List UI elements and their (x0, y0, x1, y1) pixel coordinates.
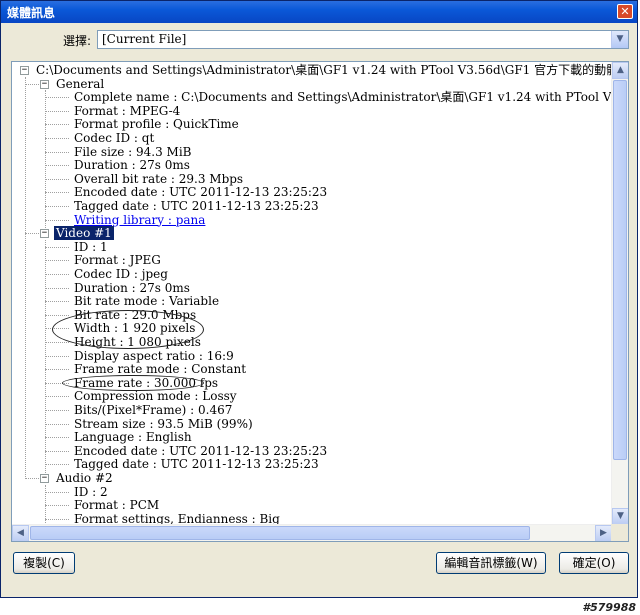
tree-item: Bit rate mode : Variable (74, 294, 220, 309)
select-value: [Current File] (102, 32, 187, 46)
tree-item: Overall bit rate : 29.3 Mbps (74, 171, 244, 186)
tree-connector (45, 206, 69, 207)
tree-connector (45, 165, 69, 167)
tree-section-audio-2[interactable]: Audio #2 (56, 471, 113, 485)
scroll-down-arrow-icon[interactable]: ▼ (612, 508, 628, 525)
tree-connector (45, 437, 69, 439)
tree-item: Language : English (74, 430, 192, 445)
tree-connector (45, 396, 69, 398)
tree-connector (45, 219, 69, 221)
tree-connector (45, 410, 69, 411)
tree-connector (45, 90, 46, 237)
tree-item: Bits/(Pixel*Frame) : 0.467 (74, 403, 233, 417)
tree-connector (45, 355, 69, 357)
tree-connector (45, 178, 69, 180)
tree-connector (45, 342, 69, 343)
tree-section-video-1[interactable]: Video #1 (54, 226, 114, 241)
tree-item: Encoded date : UTC 2011-12-13 23:25:23 (74, 185, 328, 200)
close-button[interactable]: ✕ (617, 4, 633, 19)
vertical-scroll-thumb[interactable] (613, 80, 627, 460)
tree-connector (45, 138, 69, 139)
tree-item: File size : 94.3 MiB (74, 144, 192, 159)
ok-button[interactable]: 確定(O) (559, 552, 629, 574)
scroll-up-arrow-icon[interactable]: ▲ (612, 62, 628, 79)
tree-connector (45, 423, 69, 425)
tree-connector (45, 464, 69, 466)
tree-section-general[interactable]: General (56, 77, 104, 91)
tree-connector (25, 478, 39, 479)
tree-connector (45, 314, 69, 316)
media-info-tree[interactable]: − C:\Documents and Settings\Administrator… (11, 61, 629, 542)
horizontal-scrollbar[interactable]: ◀ ▶ (12, 524, 612, 541)
tree-connector (45, 301, 69, 303)
tree-item: Codec ID : qt (74, 131, 155, 145)
close-icon: ✕ (620, 5, 630, 18)
tree-connector (45, 124, 69, 126)
tree-connector (45, 484, 46, 525)
tree-item: Duration : 27s 0ms (74, 158, 190, 173)
tree-item: Tagged date : UTC 2011-12-13 23:25:23 (74, 457, 319, 472)
tree-item: Duration : 27s 0ms (74, 280, 190, 295)
vertical-scrollbar[interactable]: ▲ ▼ (611, 62, 628, 525)
tree-connector (45, 287, 69, 289)
tree-connector (45, 274, 69, 275)
collapse-toggle-icon[interactable]: − (40, 229, 49, 239)
file-select-dropdown[interactable]: [Current File] ▼ (97, 30, 629, 49)
collapse-toggle-icon[interactable]: − (20, 66, 29, 75)
tree-item: Compression mode : Lossy (74, 389, 237, 404)
copy-button[interactable]: 複製(C) (13, 552, 75, 574)
tree-item: Format profile : QuickTime (74, 117, 239, 132)
tree-connector (45, 369, 69, 371)
tree-connector (25, 233, 39, 235)
scroll-right-arrow-icon[interactable]: ▶ (595, 525, 612, 541)
writing-library-link[interactable]: Writing library : pana (74, 213, 205, 227)
tree-content: − C:\Documents and Settings\Administrator… (12, 62, 612, 525)
window-title: 媒體訊息 (7, 6, 56, 20)
scrollbar-corner (611, 524, 628, 541)
tree-item: Encoded date : UTC 2011-12-13 23:25:23 (74, 443, 328, 458)
tree-connector (45, 518, 69, 520)
tree-item: ID : 1 (74, 239, 108, 254)
select-label: 選擇: (63, 34, 92, 48)
tree-connector (45, 151, 69, 153)
tree-connector (25, 76, 26, 479)
tree-root-path[interactable]: C:\Documents and Settings\Administrator\… (36, 63, 612, 77)
tree-item: Stream size : 93.5 MiB (99%) (74, 416, 253, 431)
title-bar[interactable]: 媒體訊息 ✕ (1, 1, 637, 23)
tree-connector (45, 110, 69, 112)
tree-item: Format : PCM (74, 498, 160, 513)
tree-item: Format : MPEG-4 (74, 103, 181, 118)
tree-connector (45, 239, 46, 481)
tree-item: Codec ID : jpeg (74, 267, 168, 281)
tree-connector (25, 83, 39, 85)
watermark: #579988 (582, 601, 636, 614)
tree-item: ID : 2 (74, 484, 108, 499)
tree-item: Display aspect ratio : 16:9 (74, 348, 234, 363)
scroll-left-arrow-icon[interactable]: ◀ (12, 525, 29, 541)
edit-audio-tags-button[interactable]: 編輯音訊標籤(W) (436, 552, 546, 574)
annotation-ellipse-resolution (52, 310, 204, 349)
tree-connector (45, 505, 69, 507)
horizontal-scroll-thumb[interactable] (30, 526, 530, 540)
annotation-ellipse-frame-rate (62, 375, 204, 391)
collapse-toggle-icon[interactable]: − (40, 474, 49, 483)
collapse-toggle-icon[interactable]: − (40, 79, 49, 89)
tree-item: Format : JPEG (74, 253, 161, 268)
tree-item: Tagged date : UTC 2011-12-13 23:25:23 (74, 199, 319, 213)
tree-connector (45, 97, 69, 99)
tree-item: Frame rate mode : Constant (74, 362, 247, 377)
tree-connector (45, 491, 69, 493)
tree-connector (45, 246, 69, 248)
tree-item: Complete name : C:\Documents and Setting… (74, 90, 612, 105)
chevron-down-icon[interactable]: ▼ (611, 31, 628, 48)
tree-connector (45, 192, 69, 194)
media-info-dialog: 媒體訊息 ✕ 選擇: [Current File] ▼ − C:\Document… (0, 0, 638, 598)
tree-connector (45, 260, 69, 262)
tree-connector (45, 450, 69, 452)
